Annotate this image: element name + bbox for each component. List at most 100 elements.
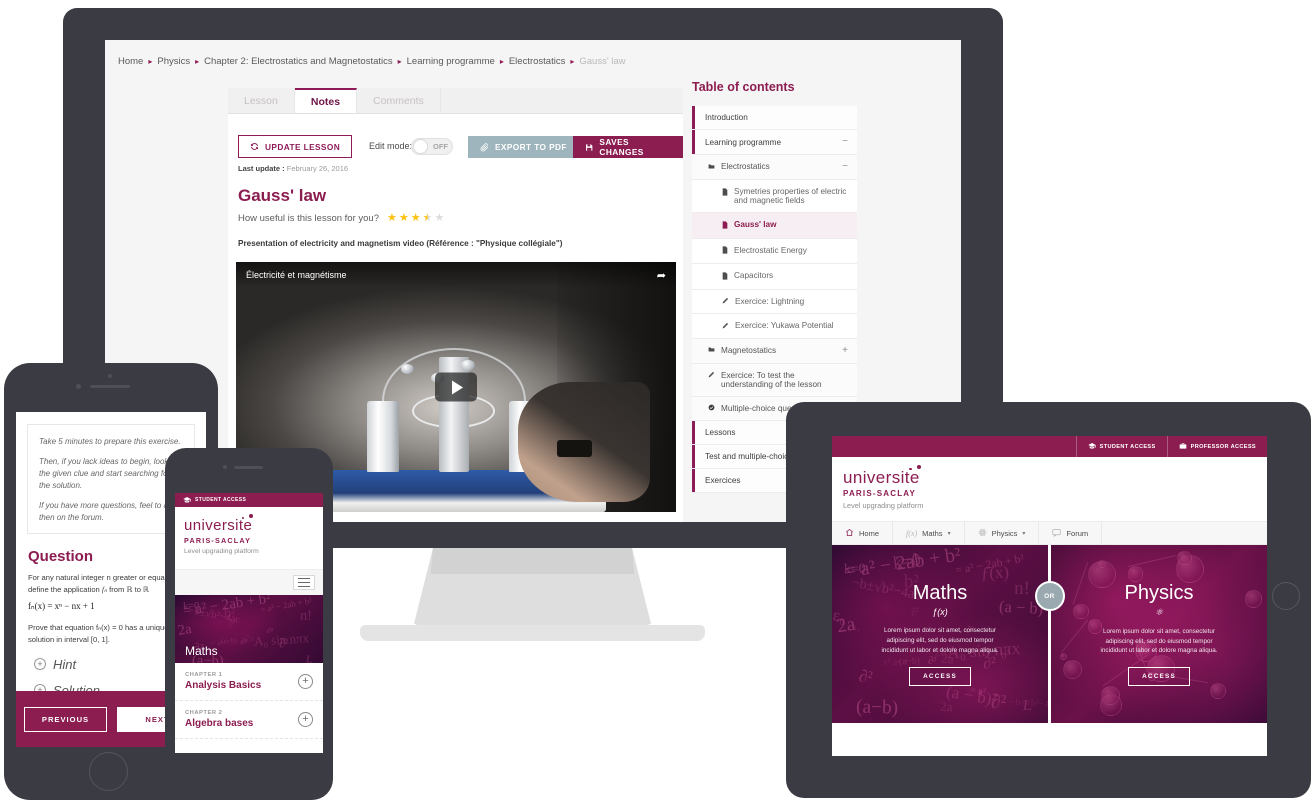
toc-item-label: Exercices (705, 476, 741, 485)
tab-notes[interactable]: Notes (294, 88, 358, 113)
decorative-formula: (a−b) (856, 696, 899, 719)
phone-small-access-bar[interactable]: STUDENT ACCESS (175, 493, 323, 507)
toc-item[interactable]: Exercice: To test the understanding of t… (692, 363, 857, 397)
star-icon[interactable]: ★ (399, 213, 409, 224)
professor-access-link[interactable]: PROFESSOR ACCESS (1166, 436, 1267, 457)
video-play-button[interactable] (435, 372, 477, 402)
toc-item[interactable]: Exercice: Yukawa Potential (692, 314, 857, 339)
phone-small-speaker (234, 466, 263, 469)
nav-item-maths[interactable]: f(x) Maths ▾ (893, 522, 965, 544)
decorative-formula: b² (999, 648, 1011, 663)
logo-tagline: Level upgrading platform (184, 548, 259, 555)
phone-large-camera (76, 384, 81, 389)
toc-item[interactable]: Introduction (692, 106, 857, 130)
expand-icon[interactable]: + (842, 345, 848, 356)
update-lesson-button[interactable]: UPDATE LESSON (238, 135, 353, 158)
lesson-rating[interactable]: How useful is this lesson for you? ★ ★ ★ ★ ★ (238, 213, 444, 225)
phone-large-speaker (90, 385, 130, 389)
decorative-molecule-atom (1177, 550, 1192, 566)
refresh-icon (251, 143, 258, 150)
hero-card-maths[interactable]: = a² − 2ab + b² A₀ sin nπx 2a xᵏ aⁿ⁻ᵏ 2a L ∂² =… (832, 545, 1048, 723)
logo-dot-large-icon (249, 514, 254, 518)
phone-small-hero[interactable]: = a² − 2ab + b² A₀ sin nπx 2a xᵏ aⁿ⁻ᵏ 2a L ∂² =… (175, 595, 323, 663)
breadcrumb-item[interactable]: Electrostatics (509, 56, 566, 67)
video-caption: Presentation of electricity and magnetis… (238, 239, 563, 248)
advice-paragraph: Take 5 minutes to prepare this exercise. (39, 437, 181, 446)
play-triangle-icon (452, 380, 463, 394)
star-icon[interactable]: ★ (434, 213, 444, 224)
tablet-home-button[interactable] (1272, 582, 1300, 610)
maths-access-button[interactable]: ACCESS (909, 666, 971, 686)
toc-item[interactable]: Exercice: Lightning (692, 289, 857, 314)
star-icon[interactable]: ★ (423, 213, 433, 224)
saves-changes-label: SAVES CHANGES (599, 137, 644, 157)
toc-item[interactable]: Gauss' law (692, 213, 857, 239)
toc-item[interactable]: Learning programme − (692, 130, 857, 155)
accordion-label: Hint (53, 656, 77, 672)
decorative-formula: (a − b)² (944, 682, 998, 710)
decorative-molecule-atom (1127, 566, 1143, 582)
speech-bubble-icon (1052, 528, 1062, 539)
hamburger-menu-icon[interactable] (293, 575, 315, 590)
physics-access-button[interactable]: ACCESS (1128, 667, 1190, 687)
or-divider-badge: OR (1034, 581, 1065, 611)
collapse-icon[interactable]: − (842, 162, 848, 172)
hero-card-physics[interactable]: Physics ⚛ Lorem ipsum dolor sit amet, co… (1051, 545, 1267, 723)
logo-subtitle: PARIS-SACLAY (843, 489, 917, 498)
decorative-molecule-atom (1209, 682, 1227, 700)
home-icon (845, 528, 854, 539)
tab-comments[interactable]: Comments (357, 88, 441, 113)
rating-stars[interactable]: ★ ★ ★ ★ ★ (387, 213, 444, 224)
toc-item[interactable]: Capacitors (692, 264, 857, 290)
toc-item[interactable]: Electrostatic Energy (692, 238, 857, 264)
pencil-icon (722, 297, 729, 306)
breadcrumb-item[interactable]: Physics (157, 56, 190, 67)
student-access-link[interactable]: STUDENT ACCESS (1075, 436, 1167, 457)
atom-icon: ⚛ (1154, 606, 1164, 617)
breadcrumb-item[interactable]: Chapter 2: Electrostatics and Magnetosta… (204, 56, 393, 67)
plus-circle-icon[interactable]: + (298, 712, 313, 727)
check-circle-icon (708, 404, 715, 413)
nav-item-label: Maths (922, 528, 943, 538)
breadcrumb-item[interactable]: Home (118, 56, 143, 67)
previous-button[interactable]: PREVIOUS (24, 706, 107, 732)
chapter-item[interactable]: CHAPTER 2 Algebra bases + (175, 701, 323, 739)
export-to-pdf-button[interactable]: EXPORT TO PDF (468, 136, 579, 158)
question-function-symbol: fₙ (101, 585, 108, 595)
monitor-stand-base (360, 625, 705, 641)
tablet-screen: STUDENT ACCESS PROFESSOR ACCESS universit… (832, 436, 1267, 756)
chapter-title: Analysis Basics (185, 680, 262, 691)
decorative-molecule-atom (1063, 660, 1083, 680)
nav-item-forum[interactable]: Forum (1039, 522, 1103, 544)
logo-wordmark[interactable]: universite (184, 514, 254, 533)
decorative-formula: ε₀ (852, 623, 860, 633)
toc-item[interactable]: Magnetostatics + (692, 338, 857, 364)
toggle-knob (413, 139, 428, 154)
toc-item[interactable]: Symetries properties of electric and mag… (692, 180, 857, 213)
phone-large-home-button[interactable] (89, 752, 128, 791)
decorative-formula: = a² − 2ab + b² (954, 551, 1026, 577)
star-icon[interactable]: ★ (387, 213, 397, 224)
decorative-formula: ∂² (990, 691, 1007, 713)
nav-item-home[interactable]: Home (832, 522, 894, 544)
decorative-formula: 2a (244, 632, 255, 645)
breadcrumb-separator-icon: ▸ (195, 57, 200, 66)
decorative-formula: k=0 (843, 561, 866, 577)
decorative-formula: xᵏ aⁿ⁻ᵏ (883, 657, 909, 669)
saves-changes-button[interactable]: SAVES CHANGES (573, 136, 683, 158)
star-icon[interactable]: ★ (411, 213, 421, 224)
logo-wordmark[interactable]: universite (843, 465, 921, 486)
tab-lesson[interactable]: Lesson (228, 88, 295, 113)
share-icon[interactable]: ➦ (657, 269, 666, 282)
toc-item-label: Capacitors (734, 271, 774, 280)
toc-item[interactable]: Electrostatics − (692, 155, 857, 180)
chapter-item[interactable]: CHAPTER 1 Analysis Basics + (175, 663, 323, 701)
pencil-icon (722, 322, 729, 331)
nav-item-physics[interactable]: Physics ▾ (965, 522, 1040, 544)
breadcrumb-item[interactable]: Learning programme (407, 56, 495, 67)
edit-mode-toggle[interactable]: OFF (411, 138, 453, 155)
decorative-formula: ∂² (910, 606, 921, 619)
plus-circle-icon[interactable]: + (298, 674, 313, 689)
decorative-molecule-bond (1060, 619, 1088, 654)
collapse-icon[interactable]: − (842, 137, 848, 147)
